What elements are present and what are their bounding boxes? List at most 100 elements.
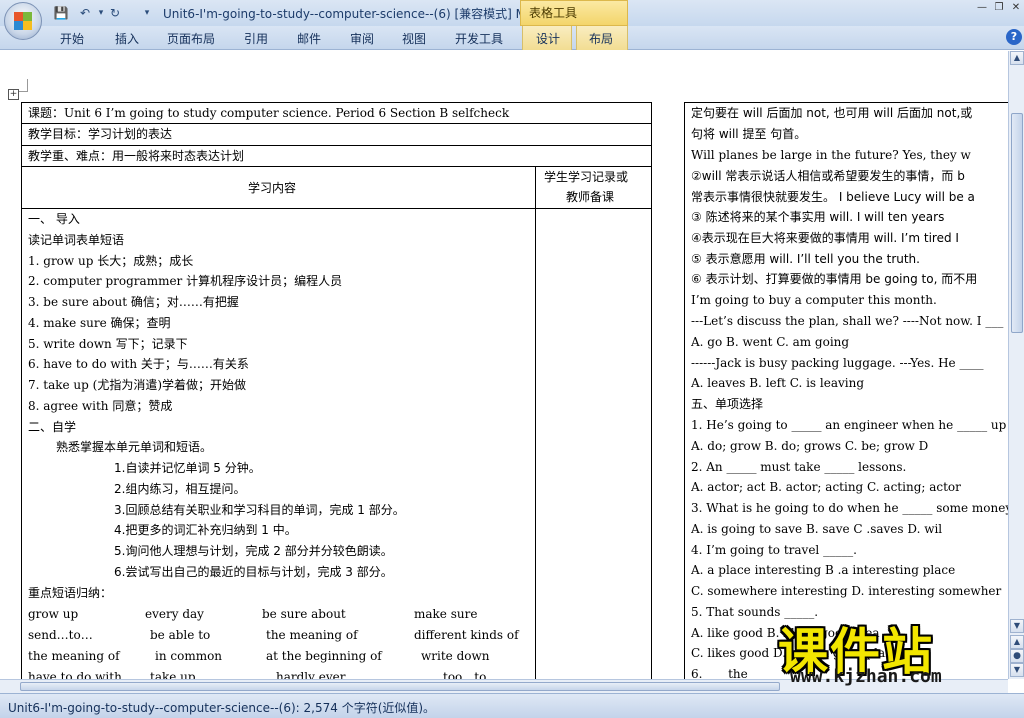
- options-line: A. leaves B. left C. is leaving: [691, 376, 865, 390]
- grammar-line: ②will 常表示说话人相信或希望要发生的事情，而 b: [691, 169, 965, 183]
- phrase-cell: every day: [145, 607, 204, 621]
- vocab-item: 8. agree with 同意；赞成: [28, 399, 173, 413]
- table-move-handle-icon[interactable]: +: [8, 89, 19, 100]
- key-points-row: 教学重、难点：用一般将来时态表达计划: [28, 149, 245, 163]
- status-bar: Unit6-I'm-going-to-study--computer-scien…: [0, 693, 1024, 718]
- phrase-cell: be able to: [150, 628, 211, 642]
- phrase-cell: take up: [150, 670, 196, 679]
- body-text-line: 熟悉掌握本单元单词和短语。: [56, 440, 213, 454]
- tab-review[interactable]: 审阅: [350, 30, 374, 47]
- notes-column-header-line2: 教师备课: [566, 190, 615, 204]
- title-bar: 💾 ↶ ▾ ↻ ▾ Unit6-I'm-going-to-study--comp…: [0, 0, 1024, 26]
- close-icon[interactable]: ✕: [1009, 2, 1023, 16]
- phrase-cell: grow up: [28, 607, 79, 621]
- vocab-item: 2. computer programmer 计算机程序设计员；编程人员: [28, 274, 343, 288]
- step-item: 3.回顾总结有关职业和学习科目的单词，完成 1 部分。: [114, 503, 405, 517]
- options-line: C. likes good D. likes a good plan: [691, 646, 893, 660]
- save-icon[interactable]: 💾: [52, 4, 70, 22]
- vocab-item: 6. have to do with 关于；与……有关系: [28, 357, 249, 371]
- office-button[interactable]: [4, 2, 42, 40]
- tab-references[interactable]: 引用: [244, 30, 268, 47]
- grammar-line: ⑤ 表示意愿用 will. I’ll tell you the truth.: [691, 252, 920, 266]
- tab-design[interactable]: 设计: [522, 26, 572, 50]
- question-line: 6. ___ the ___: [691, 667, 770, 679]
- scroll-up-icon[interactable]: ▲: [1010, 51, 1024, 65]
- question-line: 4. I’m going to travel _____.: [691, 543, 857, 557]
- table-tools-tab-group: 表格工具: [520, 0, 628, 26]
- restore-icon[interactable]: ❐: [992, 2, 1006, 16]
- redo-icon[interactable]: ↻: [106, 4, 124, 22]
- help-icon[interactable]: ?: [1006, 29, 1022, 45]
- question-line: ------Jack is busy packing luggage. ---Y…: [691, 356, 984, 370]
- page-gap: [660, 51, 684, 679]
- minimize-icon[interactable]: —: [975, 2, 989, 16]
- phrase-cell: in common: [155, 649, 223, 663]
- step-item: 1.自读并记忆单词 5 分钟。: [114, 461, 261, 475]
- options-line: A. actor; act B. actor; acting C. acting…: [691, 480, 961, 494]
- step-item: 6.尝试写出自己的最近的目标与计划，完成 3 部分。: [114, 565, 393, 579]
- content-column-header: 学习内容: [248, 181, 297, 195]
- phrase-cell: send…to…: [28, 628, 93, 642]
- tab-page-layout[interactable]: 页面布局: [167, 30, 215, 47]
- question-line: 2. An _____ must take _____ lessons.: [691, 460, 907, 474]
- vocab-item: 5. write down 写下；记录下: [28, 337, 188, 351]
- page-top-margin: [0, 51, 1008, 92]
- step-item: 4.把更多的词汇补充归纳到 1 中。: [114, 523, 297, 537]
- phrase-cell: at the beginning of: [266, 649, 382, 663]
- scroll-down-icon[interactable]: ▼: [1010, 619, 1024, 633]
- phrase-cell: make sure: [414, 607, 478, 621]
- grammar-line: ③ 陈述将来的某个事实用 will. I will ten years: [691, 210, 945, 224]
- teaching-goal-row: 教学目标：学习计划的表达: [28, 127, 173, 141]
- right-page-text: 定句要在 will 后面加 not, 也可用 will 后面加 not,或 句将…: [691, 105, 1008, 679]
- phrase-cell: hardly ever: [276, 670, 346, 679]
- office-logo-icon: [14, 12, 32, 30]
- section-heading: 五、单项选择: [691, 397, 764, 411]
- vocab-item: 1. grow up 长大；成熟；成长: [28, 254, 194, 268]
- tab-home[interactable]: 开始: [60, 30, 84, 47]
- section-heading: 一、 导入: [28, 212, 80, 226]
- previous-page-icon[interactable]: ▲: [1010, 635, 1024, 649]
- tab-mailings[interactable]: 邮件: [297, 30, 321, 47]
- margin-corner-mark: [27, 79, 28, 91]
- options-line: A. is going to save B. save C .saves D. …: [691, 522, 943, 536]
- next-page-icon[interactable]: ▼: [1010, 663, 1024, 677]
- question-line: ---Let’s discuss the plan, shall we? ---…: [691, 314, 1004, 328]
- phrase-cell: be sure about: [262, 607, 346, 621]
- question-line: 5. That sounds _____.: [691, 605, 819, 619]
- grammar-line: 常表示事情很快就要发生。 I believe Lucy will be a: [691, 190, 975, 204]
- word-count-status: Unit6-I'm-going-to-study--computer-scien…: [8, 701, 436, 715]
- vertical-scrollbar[interactable]: ▲ ▼ ▲ ● ▼: [1008, 51, 1024, 679]
- lesson-topic-row: 课题：Unit 6 I’m going to study computer sc…: [28, 106, 510, 120]
- vocab-item: 7. take up (尤指为消遣)学着做；开始做: [28, 378, 247, 392]
- document-area[interactable]: + 课题：Unit 6 I’m going to study computer …: [0, 51, 1008, 679]
- section-heading: 二、自学: [28, 420, 77, 434]
- phrase-cell: different kinds of: [414, 628, 519, 642]
- phrase-cell: the meaning of: [266, 628, 358, 642]
- horizontal-scroll-thumb[interactable]: [20, 682, 780, 691]
- phrase-cell: the meaning of: [28, 649, 120, 663]
- phrase-cell: have to do with: [28, 670, 122, 679]
- example-line: Will planes be large in the future? Yes,…: [691, 148, 971, 162]
- grammar-line: 定句要在 will 后面加 not, 也可用 will 后面加 not,或: [691, 106, 973, 120]
- tab-layout[interactable]: 布局: [576, 26, 628, 50]
- step-item: 2.组内练习，相互提问。: [114, 482, 246, 496]
- step-item: 5.询问他人理想与计划，完成 2 部分并分较色朗读。: [114, 544, 393, 558]
- section-heading: 重点短语归纳：: [28, 586, 113, 600]
- options-line: C. somewhere interesting D. interesting …: [691, 584, 1002, 598]
- options-line: A. do; grow B. do; grows C. be; grow D: [691, 439, 929, 453]
- horizontal-scrollbar[interactable]: [0, 679, 1008, 693]
- options-line: A. go B. went C. am going: [691, 335, 850, 349]
- browse-object-icon[interactable]: ●: [1010, 649, 1024, 663]
- tab-insert[interactable]: 插入: [115, 30, 139, 47]
- question-line: 3. What is he going to do when he _____ …: [691, 501, 1008, 515]
- customize-toolbar-icon[interactable]: ▾: [138, 4, 156, 22]
- question-line: 1. He’s going to _____ an engineer when …: [691, 418, 1007, 432]
- grammar-line: 句将 will 提至 句首。: [691, 127, 807, 141]
- example-line: I’m going to buy a computer this month.: [691, 293, 937, 307]
- vocab-item: 3. be sure about 确信；对……有把握: [28, 295, 239, 309]
- options-line: A. a place interesting B .a interesting …: [691, 563, 956, 577]
- grammar-line: ⑥ 表示计划、打算要做的事情用 be going to, 而不用: [691, 272, 978, 286]
- tab-view[interactable]: 视图: [402, 30, 426, 47]
- vertical-scroll-thumb[interactable]: [1011, 113, 1023, 333]
- tab-developer[interactable]: 开发工具: [455, 30, 503, 47]
